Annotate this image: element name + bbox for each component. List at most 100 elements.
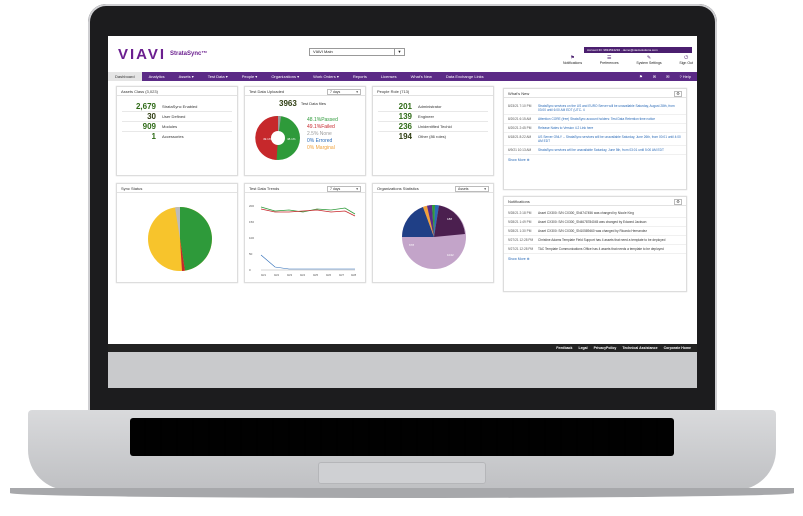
organizations-statistics-card: Organizations Statistics Assets 188 678 1… <box>372 183 494 283</box>
nav-data-exchange[interactable]: Data Exchange Links <box>439 72 491 81</box>
laptop-foot <box>10 488 794 498</box>
notification-item[interactable]: 9/27/21 12:28 PM TAC Template Communicati… <box>504 245 686 254</box>
nav-licenses[interactable]: Licenses <box>374 72 404 81</box>
legend-errored[interactable]: 0% Errored <box>307 138 338 145</box>
message-icon[interactable]: ✉ <box>666 74 669 79</box>
footer-link[interactable]: Legal <box>578 346 587 350</box>
news-message: Release Notes to Version 4.2 Link here <box>538 126 594 130</box>
notification-item[interactable]: 9/27/21 12:28 PM Christine Adams Template… <box>504 236 686 245</box>
test-data-card: Test Data Uploaded 7 days 3963 Test Data … <box>244 86 366 176</box>
news-time: 6/20/21 2:45 PM <box>508 126 532 130</box>
top-link-label: System Settings <box>636 61 662 65</box>
account-select-value: VIAVI Main <box>313 49 333 54</box>
legend-label: Passed <box>321 117 338 123</box>
keyboard <box>130 418 674 456</box>
footer-link[interactable]: PrivacyPolicy <box>594 346 617 350</box>
asset-row[interactable]: 2,679 StrataSync Enabled <box>117 102 237 111</box>
notifications-link[interactable]: ⚑ Notifications <box>563 55 582 69</box>
notification-item[interactable]: 9/28/21 1:49 PM Asset CX300: S/N CX300_SN… <box>504 218 686 227</box>
people-count: 194 <box>398 132 412 141</box>
news-item[interactable]: 6/20/21 2:45 PM Release Notes to Version … <box>504 124 686 133</box>
nav-reports[interactable]: Reports <box>346 72 374 81</box>
x-tick: 9/25 <box>313 273 319 277</box>
nav-people[interactable]: People ▾ <box>235 72 265 81</box>
legend-label: None <box>319 131 332 137</box>
notification-item[interactable]: 9/28/21 2:18 PM Asset CX300: S/N CX300_SN… <box>504 209 686 218</box>
news-item[interactable]: 8/23/21 7:10 PM StrataSync services on th… <box>504 102 686 115</box>
footer-link[interactable]: Corporate Home <box>664 346 691 350</box>
people-row[interactable]: 236 Unidentified Techid <box>373 122 493 131</box>
nav-work-orders[interactable]: Work Orders ▾ <box>306 72 346 81</box>
pie-label: 188 <box>447 217 452 221</box>
sign-out-link[interactable]: ⏻ Sign Out <box>679 55 693 69</box>
show-more-link[interactable]: Show More ⊕ <box>504 155 686 165</box>
asset-row[interactable]: 1 Accessories <box>117 132 237 141</box>
legend-pct: 49.1% <box>307 124 322 130</box>
account-info: Account ID: 9834534294 · demo@viavisolut… <box>584 47 692 53</box>
test-data-pie[interactable]: 49.1% 48.1% <box>253 113 303 163</box>
x-tick: 9/24 <box>300 273 306 277</box>
organizations-pie[interactable]: 188 678 1042 <box>399 202 469 272</box>
sync-status-pie[interactable] <box>145 204 215 274</box>
help-link[interactable]: ? Help <box>679 74 691 79</box>
notification-time: 9/28/21 1:30 PM <box>508 229 532 233</box>
product-name: StrataSync™ <box>170 51 208 57</box>
gear-icon[interactable]: ⚙ <box>674 198 682 205</box>
trends-line-chart[interactable]: 200 150 100 50 0 9/21 9/22 9/23 9/24 9/2… <box>247 195 365 281</box>
nav-whats-new[interactable]: What's New <box>404 72 439 81</box>
news-time: 6/18/21 8:22 AM <box>508 135 532 139</box>
account-select[interactable]: VIAVI Main ▼ <box>309 48 405 56</box>
show-more-link[interactable]: Show More ⊕ <box>504 254 686 264</box>
footer-link[interactable]: Technical Assistance <box>622 346 657 350</box>
footer-link[interactable]: Feedback <box>556 346 572 350</box>
period-select[interactable]: 7 days <box>327 185 361 192</box>
y-tick: 150 <box>249 220 254 224</box>
news-item[interactable]: 8/20/21 6:15 AM Attention CORE (free) Str… <box>504 115 686 124</box>
period-select[interactable]: 7 days <box>327 88 361 95</box>
people-row[interactable]: 139 Engineer <box>373 112 493 121</box>
series-line-red <box>260 208 356 217</box>
asset-label: User Defined <box>162 114 186 119</box>
notification-time: 9/28/21 2:18 PM <box>508 211 532 215</box>
test-data-total-label: Test Data files <box>300 101 326 106</box>
nav-dashboard[interactable]: Dashboard <box>108 72 142 81</box>
top-link-label: Sign Out <box>679 61 693 65</box>
trackpad <box>318 462 486 484</box>
news-item[interactable]: 6/9/21 10:13 AM StrataSync services will … <box>504 146 686 155</box>
asset-count: 1 <box>151 132 156 141</box>
card-title: People Role (713) <box>373 87 493 96</box>
stratasync-app: VIAVI StrataSync™ VIAVI Main ▼ Account ID… <box>108 36 697 388</box>
notification-time: 9/27/21 12:28 PM <box>508 238 534 242</box>
asset-row[interactable]: 909 Modules <box>117 122 237 131</box>
preferences-link[interactable]: ☰ Preferences <box>600 55 619 69</box>
notification-item[interactable]: 9/28/21 1:30 PM Asset CX300: S/N CX300_SN… <box>504 227 686 236</box>
sync-status-card: Sync Status <box>116 183 238 283</box>
y-tick: 200 <box>249 204 254 208</box>
legend-marginal[interactable]: 0% Marginal <box>307 145 338 152</box>
system-settings-link[interactable]: ✎ System Settings <box>636 55 661 69</box>
nav-organizations[interactable]: Organizations ▾ <box>264 72 306 81</box>
flag-icon[interactable]: ⚑ <box>639 74 643 79</box>
legend-none[interactable]: 2.5% None <box>307 131 338 138</box>
gear-icon[interactable]: ⚙ <box>674 90 682 97</box>
news-message: US Server ONLY -- StrataSync services wi… <box>538 135 681 143</box>
legend-failed[interactable]: 49.1%Failed <box>307 124 338 131</box>
legend-passed[interactable]: 48.1%Passed <box>307 117 338 124</box>
mail-icon[interactable]: ✉ <box>653 74 656 79</box>
nav-assets[interactable]: Assets ▾ <box>172 72 201 81</box>
org-stat-select[interactable]: Assets <box>455 185 489 192</box>
people-label: Unidentified Techid <box>418 124 452 129</box>
news-item[interactable]: 6/18/21 8:22 AM US Server ONLY -- StrataS… <box>504 133 686 146</box>
nav-test-data[interactable]: Test Data ▾ <box>201 72 235 81</box>
top-link-label: Preferences <box>599 61 619 65</box>
main-nav: Dashboard Analytics Assets ▾ Test Data ▾… <box>108 72 697 81</box>
asset-row[interactable]: 30 User Defined <box>117 112 237 121</box>
nav-analytics[interactable]: Analytics <box>142 72 172 81</box>
notification-message: Asset CX300: S/N CX300_SN4678784045 was … <box>538 220 647 224</box>
asset-label: Modules <box>162 124 178 129</box>
legend-pct: 2.5% <box>307 131 319 137</box>
asset-count: 30 <box>147 112 156 121</box>
people-row[interactable]: 201 Administrator <box>373 102 493 111</box>
x-tick: 9/28 <box>351 273 357 277</box>
people-row[interactable]: 194 Other (86 roles) <box>373 132 493 141</box>
